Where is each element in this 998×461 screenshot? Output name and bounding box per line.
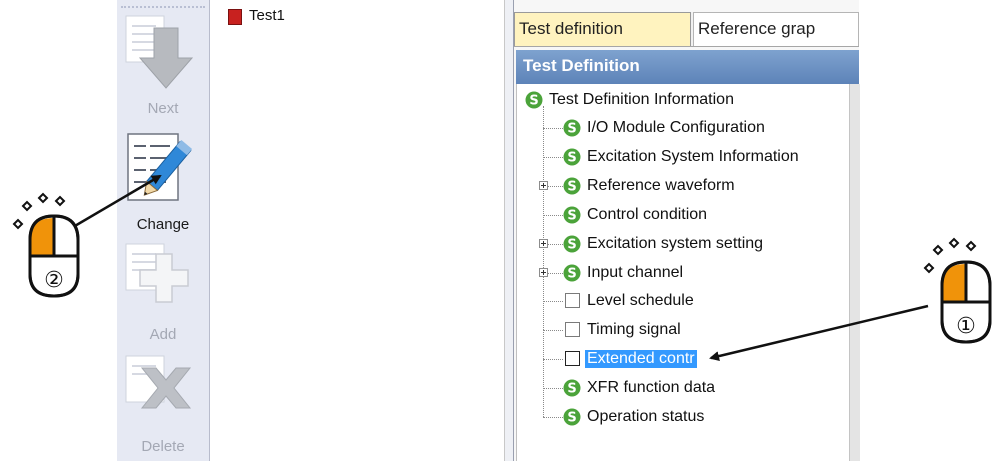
tree-node-label: XFR function data (587, 379, 716, 396)
add-label: Add (149, 326, 177, 343)
tree-node-label: Reference waveform (587, 177, 735, 194)
plus-icon (125, 243, 189, 303)
expand-toggle[interactable] (539, 268, 548, 277)
section-header: Test Definition (516, 50, 859, 84)
left-click-mouse-icon: ② (28, 214, 80, 298)
svg-text:S: S (567, 411, 576, 426)
change-label: Change (136, 216, 190, 233)
tab-test-definition[interactable]: Test definition (514, 12, 691, 46)
click-sparkle-icon (12, 192, 66, 230)
svg-text:S: S (567, 122, 576, 137)
edit-pencil-icon (127, 133, 193, 201)
expand-toggle[interactable] (539, 239, 548, 248)
toolbar-separator (209, 0, 210, 461)
delete-button[interactable]: Delete (117, 350, 209, 461)
svg-text:S: S (567, 238, 576, 253)
test-list-panel (212, 0, 505, 461)
left-click-mouse-icon: ① (940, 260, 992, 344)
left-toolbar: Next Change Add Delete (117, 0, 209, 461)
checkbox-icon[interactable] (565, 322, 580, 337)
delete-x-icon (125, 355, 192, 409)
checkbox-icon[interactable] (565, 351, 580, 366)
test-color-icon (228, 9, 242, 25)
svg-text:S: S (567, 209, 576, 224)
tab-reference-graph[interactable]: Reference grap (693, 12, 859, 46)
tree-node-label-selected: Extended contr (585, 350, 697, 368)
toolbar-grip (121, 6, 205, 8)
s-icon: S (563, 177, 581, 195)
svg-text:S: S (567, 151, 576, 166)
s-icon: S (563, 379, 581, 397)
tree-node-label: Timing signal (587, 321, 681, 338)
tree-connector (543, 106, 544, 330)
tree-node-label: Excitation system setting (587, 235, 764, 252)
tree-node-label: Excitation System Information (587, 148, 799, 165)
step-2-label: ② (44, 268, 64, 293)
down-arrow-icon (125, 15, 194, 89)
tree-node-label: Input channel (587, 264, 684, 281)
tree-connector (548, 244, 563, 245)
tree-connector (548, 273, 563, 274)
s-icon: S (563, 235, 581, 253)
tree-connector (543, 157, 563, 158)
add-button[interactable]: Add (117, 238, 209, 348)
tree-scrollbar[interactable] (849, 84, 860, 461)
next-button[interactable]: Next (117, 10, 209, 122)
expand-toggle[interactable] (539, 181, 548, 190)
delete-label: Delete (141, 438, 185, 455)
tree-node-label: Level schedule (587, 292, 694, 309)
definition-tree: S Test Definition Information S I/O Modu… (516, 84, 850, 461)
checkbox-icon[interactable] (565, 293, 580, 308)
svg-text:S: S (567, 382, 576, 397)
s-icon: S (563, 264, 581, 282)
tree-node-label: Test Definition Information (549, 91, 734, 108)
tree-connector (543, 215, 563, 216)
tree-connector (543, 417, 563, 418)
step-1-label: ① (956, 314, 976, 339)
svg-text:S: S (567, 267, 576, 282)
splitter[interactable] (505, 0, 514, 461)
tab-strip: Test definition Reference grap (514, 12, 859, 47)
tree-connector (543, 301, 563, 302)
tree-node-label: I/O Module Configuration (587, 119, 765, 136)
tree-connector (543, 359, 563, 360)
next-label: Next (147, 100, 179, 117)
test-item-label: Test1 (249, 7, 285, 24)
s-icon: S (563, 148, 581, 166)
svg-text:S: S (529, 94, 538, 109)
tree-connector (543, 128, 563, 129)
tree-node-label: Control condition (587, 206, 708, 223)
tree-connector (543, 330, 563, 331)
s-icon: S (563, 408, 581, 426)
s-icon: S (525, 91, 543, 109)
click-sparkle-icon (923, 237, 977, 274)
tree-connector (543, 330, 544, 417)
tree-connector (543, 388, 563, 389)
s-icon: S (563, 119, 581, 137)
s-icon: S (563, 206, 581, 224)
tree-node-label: Operation status (587, 408, 705, 425)
svg-text:S: S (567, 180, 576, 195)
change-button[interactable]: Change (117, 126, 209, 238)
tree-connector (548, 186, 563, 187)
